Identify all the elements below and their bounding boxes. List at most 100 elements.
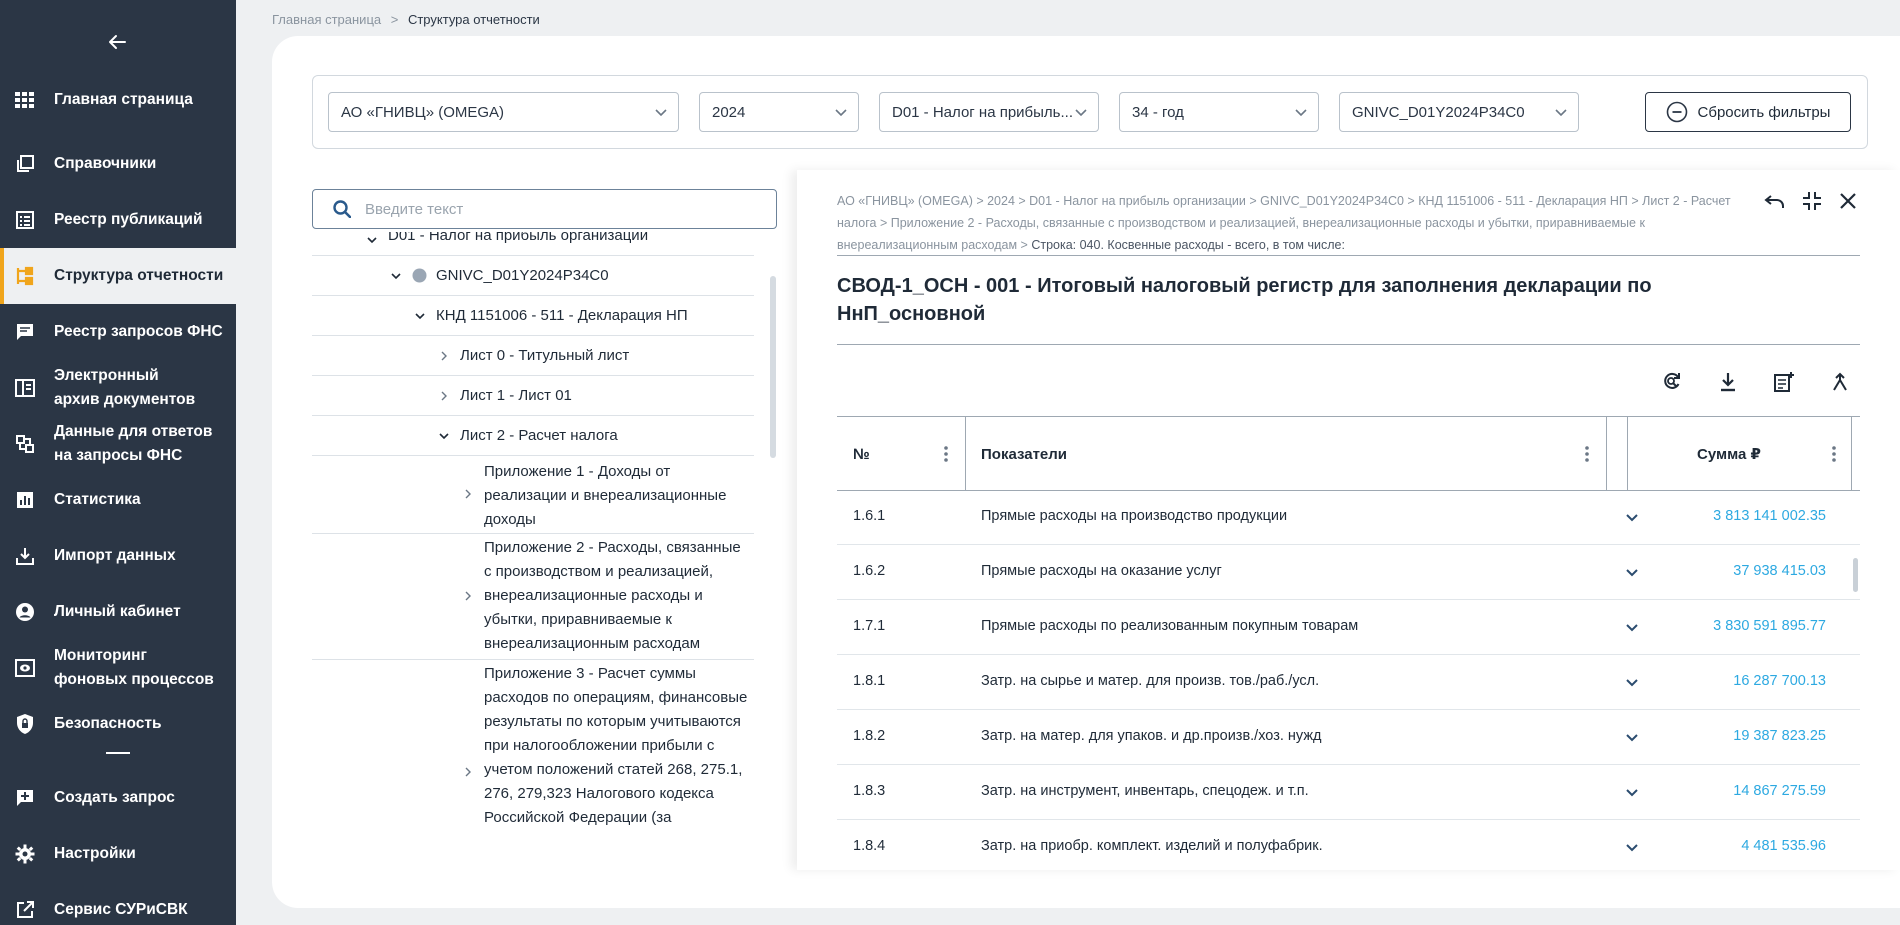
chevron-right-icon[interactable] [438, 390, 450, 402]
chevron-down-icon[interactable] [1625, 510, 1639, 524]
chevron-down-icon[interactable] [1625, 675, 1639, 689]
tree-node-register[interactable]: GNIVC_D01Y2024P34C0 [312, 256, 754, 296]
data-share-icon [14, 433, 36, 455]
breadcrumb-home-link[interactable]: Главная страница [272, 12, 381, 27]
chevron-down-icon[interactable] [1625, 785, 1639, 799]
sidebar-item-surisvk[interactable]: Сервис СУРиСВК [0, 898, 236, 922]
external-link-icon [14, 899, 36, 921]
tree-node-sheet-0[interactable]: Лист 0 - Титульный лист [312, 336, 754, 376]
table-row[interactable]: 1.8.3 Затр. на инструмент, инвентарь, сп… [837, 765, 1860, 820]
chevron-down-icon[interactable] [1625, 620, 1639, 634]
tree-node-sheet-2[interactable]: Лист 2 - Расчет налога [312, 416, 754, 456]
sidebar-item-label: Импорт данных [54, 547, 176, 564]
tree-node-d01[interactable]: D01 - Налог на прибыль организации [312, 232, 754, 256]
search-input[interactable] [365, 200, 745, 218]
register-select[interactable]: GNIVC_D01Y2024P34C0 [1339, 92, 1579, 132]
table-scrollbar[interactable] [1853, 558, 1858, 592]
column-header-indicator[interactable]: Показатели [981, 417, 1067, 491]
collapse-icon[interactable] [1801, 190, 1823, 212]
sidebar-item-fns-requests[interactable]: Реестр запросов ФНС [0, 320, 236, 344]
add-document-icon[interactable] [1772, 370, 1796, 394]
chevron-right-icon[interactable] [462, 488, 474, 500]
chevron-down-icon[interactable] [390, 270, 402, 282]
sidebar-item-import[interactable]: Импорт данных [0, 544, 236, 568]
sidebar-item-publications[interactable]: Реестр публикаций [0, 208, 236, 232]
tree-node-appendix-1[interactable]: Приложение 1 - Доходы от реализации и вн… [312, 456, 754, 534]
tree-node-line: результаты по которым учитываются [484, 713, 741, 730]
sidebar-item-profile[interactable]: Личный кабинет [0, 600, 236, 624]
chart-icon [14, 489, 36, 511]
more-vertical-icon[interactable] [1585, 445, 1589, 463]
organization-select[interactable]: АО «ГНИВЦ» (OMEGA) [328, 92, 679, 132]
sidebar-item-statistics[interactable]: Статистика [0, 488, 236, 512]
detail-breadcrumb-line[interactable]: налога > Приложение 2 - Расходы, связанн… [837, 212, 1737, 234]
merge-icon[interactable] [1828, 370, 1852, 394]
sidebar-item-fns-answers-data[interactable]: Данные для ответов на запросы ФНС [0, 420, 236, 468]
table-row[interactable]: 1.7.1 Прямые расходы по реализованным по… [837, 600, 1860, 655]
row-sum[interactable]: 4 481 535.96 [1741, 838, 1826, 854]
row-number: 1.8.4 [853, 838, 886, 854]
sidebar-item-archive[interactable]: Электронный архив документов [0, 364, 236, 412]
row-indicator: Прямые расходы по реализованным покупным… [981, 618, 1359, 634]
tree-search[interactable] [312, 189, 777, 229]
tree-node-line: при налогообложении прибыли с [484, 737, 715, 754]
sidebar-item-references[interactable]: Справочники [0, 152, 236, 176]
tree-node-knd[interactable]: КНД 1151006 - 511 - Декларация НП [312, 296, 754, 336]
row-sum[interactable]: 19 387 823.25 [1733, 728, 1826, 744]
sidebar-item-create-request[interactable]: Создать запрос [0, 786, 236, 810]
reset-filters-button[interactable]: Сбросить фильтры [1645, 92, 1851, 132]
row-sum[interactable]: 37 938 415.03 [1733, 563, 1826, 579]
sidebar-item-security[interactable]: Безопасность [0, 712, 236, 736]
chevron-down-icon[interactable] [1625, 565, 1639, 579]
table-row[interactable]: 1.8.1 Затр. на сырье и матер. для произв… [837, 655, 1860, 710]
refresh-search-icon[interactable] [1660, 370, 1684, 394]
row-sum[interactable]: 16 287 700.13 [1733, 673, 1826, 689]
sidebar-item-home[interactable]: Главная страница [0, 88, 236, 112]
year-select[interactable]: 2024 [699, 92, 859, 132]
more-vertical-icon[interactable] [1832, 445, 1836, 463]
breadcrumb: Главная страница > Структура отчетности [272, 12, 540, 27]
row-sum[interactable]: 14 867 275.59 [1733, 783, 1826, 799]
sidebar: Главная страница Справочники Реестр публ… [0, 0, 236, 925]
row-sum[interactable]: 3 813 141 002.35 [1713, 508, 1826, 524]
download-icon[interactable] [1716, 370, 1740, 394]
sidebar-item-background-monitoring[interactable]: Мониторинг фоновых процессов [0, 644, 236, 692]
table-row[interactable]: 1.8.2 Затр. на матер. для упаков. и др.п… [837, 710, 1860, 765]
row-sum[interactable]: 3 830 591 895.77 [1713, 618, 1826, 634]
detail-breadcrumb-line[interactable]: внереализационным расходам > [837, 238, 1028, 252]
tree-node-label: GNIVC_D01Y2024P34C0 [436, 267, 609, 284]
close-icon[interactable] [1837, 190, 1859, 212]
tree-scrollbar[interactable] [770, 276, 776, 458]
sidebar-item-report-structure[interactable]: Структура отчетности [0, 248, 236, 304]
sidebar-item-label: Статистика [54, 491, 141, 508]
chevron-right-icon[interactable] [462, 766, 474, 778]
chevron-right-icon[interactable] [438, 350, 450, 362]
tree-node-line: внереализационным расходам [484, 635, 701, 652]
chevron-down-icon[interactable] [1625, 840, 1639, 854]
sidebar-item-settings[interactable]: Настройки [0, 842, 236, 866]
undo-icon[interactable] [1763, 190, 1787, 212]
tree-node-appendix-2[interactable]: Приложение 2 - Расходы, связанные с прои… [312, 534, 754, 660]
table-row[interactable]: 1.6.1 Прямые расходы на производство про… [837, 490, 1860, 545]
more-vertical-icon[interactable] [944, 445, 948, 463]
tax-select[interactable]: D01 - Налог на прибыль... [879, 92, 1099, 132]
chevron-down-icon[interactable] [438, 430, 450, 442]
table-row[interactable]: 1.6.2 Прямые расходы на оказание услуг 3… [837, 545, 1860, 600]
detail-breadcrumb-line[interactable]: АО «ГНИВЦ» (OMEGA) > 2024 > D01 - Налог … [837, 190, 1737, 212]
column-header-sum[interactable]: Сумма ₽ [1697, 417, 1761, 491]
status-dot-icon [412, 268, 427, 283]
period-select[interactable]: 34 - год [1119, 92, 1319, 132]
tree-node-line: Приложение 2 - Расходы, связанные [484, 539, 741, 556]
tree-node-appendix-3[interactable]: Приложение 3 - Расчет суммы расходов по … [312, 660, 754, 826]
column-header-num[interactable]: № [853, 417, 870, 491]
table-row[interactable]: 1.8.4 Затр. на приобр. комплект. изделий… [837, 820, 1860, 868]
row-number: 1.6.1 [853, 508, 886, 524]
chevron-down-icon[interactable] [1625, 730, 1639, 744]
list-icon [14, 209, 36, 231]
arrow-left-icon[interactable] [103, 30, 131, 58]
chevron-down-icon[interactable] [414, 310, 426, 322]
chevron-down-icon[interactable] [366, 234, 378, 246]
shield-icon [14, 713, 36, 735]
tree-node-sheet-1[interactable]: Лист 1 - Лист 01 [312, 376, 754, 416]
chevron-right-icon[interactable] [462, 590, 474, 602]
